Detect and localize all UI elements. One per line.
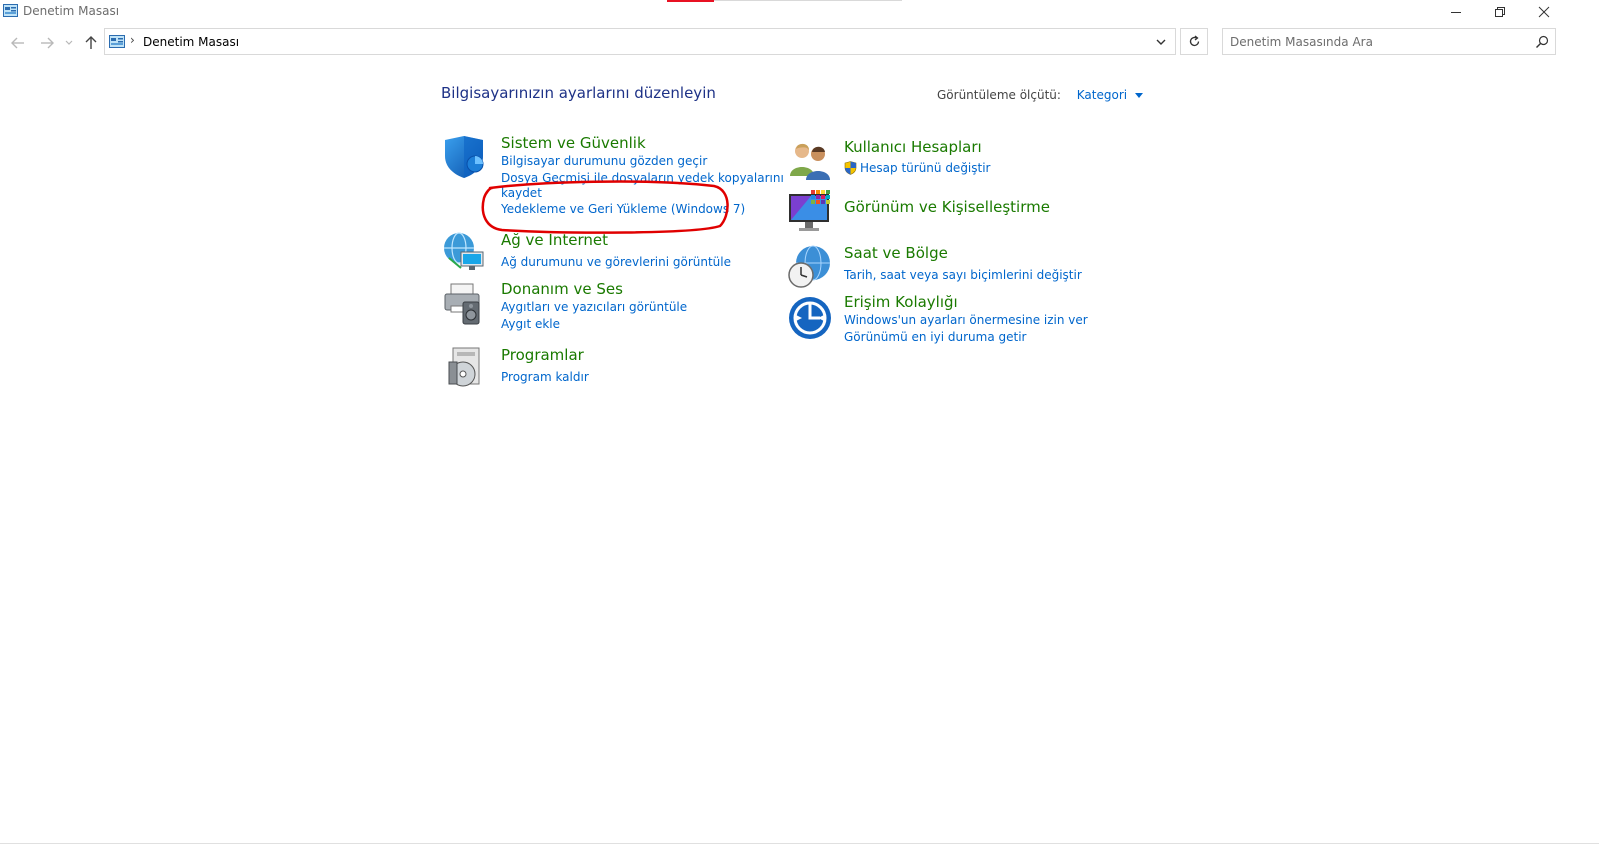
navigation-bar: › Denetim Masası Denetim Masasında Ara — [0, 27, 1599, 59]
breadcrumb-item[interactable]: Denetim Masası — [143, 35, 239, 49]
close-icon — [1538, 6, 1550, 18]
monitor-color-icon[interactable] — [787, 188, 833, 234]
search-icon[interactable] — [1535, 35, 1549, 49]
accessibility-icon[interactable] — [787, 295, 833, 341]
chevron-down-icon — [65, 40, 73, 45]
category-clock-region[interactable]: Saat ve Bölge — [844, 244, 948, 262]
forward-button[interactable] — [38, 34, 56, 52]
uac-shield-icon — [844, 161, 857, 175]
refresh-button[interactable] — [1180, 28, 1208, 55]
caret-down-icon[interactable] — [1134, 93, 1143, 98]
search-input[interactable]: Denetim Masasında Ara — [1230, 35, 1373, 49]
page-title: Bilgisayarınızın ayarlarını düzenleyin — [441, 84, 716, 102]
category-system-security[interactable]: Sistem ve Güvenlik — [501, 134, 646, 152]
annotation-ellipse — [481, 180, 729, 234]
restore-icon — [1495, 7, 1505, 17]
link-network-status[interactable]: Ağ durumunu ve görevlerini görüntüle — [501, 255, 731, 269]
minimize-icon — [1451, 12, 1461, 13]
programs-disc-icon[interactable] — [441, 344, 487, 390]
title-accent-line — [714, 0, 902, 1]
link-change-date-time-formats[interactable]: Tarih, saat veya sayı biçimlerini değişt… — [844, 268, 1082, 282]
control-panel-icon — [109, 35, 125, 48]
view-by-dropdown[interactable]: Kategori — [1077, 88, 1127, 102]
arrow-left-icon — [11, 37, 24, 49]
link-optimize-visual-display[interactable]: Görünümü en iyi duruma getir — [844, 330, 1026, 344]
up-button[interactable] — [82, 34, 100, 52]
title-bar: Denetim Masası — [0, 0, 1599, 24]
category-appearance[interactable]: Görünüm ve Kişiselleştirme — [844, 198, 1050, 216]
title-accent-bar — [667, 0, 714, 2]
category-ease-of-access[interactable]: Erişim Kolaylığı — [844, 293, 958, 311]
back-button[interactable] — [9, 34, 27, 52]
view-by-control: Görüntüleme ölçütü: Kategori — [937, 88, 1143, 102]
restore-button[interactable] — [1478, 0, 1522, 24]
address-bar[interactable]: › Denetim Masası — [104, 28, 1176, 55]
category-hardware-sound[interactable]: Donanım ve Ses — [501, 280, 623, 298]
address-dropdown-button[interactable] — [1147, 29, 1175, 54]
window-title: Denetim Masası — [23, 4, 120, 18]
arrow-right-icon — [41, 37, 54, 49]
control-panel-icon — [3, 4, 18, 17]
refresh-icon — [1189, 35, 1199, 47]
link-view-devices-printers[interactable]: Aygıtları ve yazıcıları görüntüle — [501, 300, 687, 314]
link-uninstall-program[interactable]: Program kaldır — [501, 370, 589, 384]
link-add-device[interactable]: Aygıt ekle — [501, 317, 560, 331]
printer-speaker-icon[interactable] — [441, 280, 487, 326]
arrow-up-icon — [85, 36, 97, 49]
bottom-divider — [0, 843, 1599, 844]
view-by-label: Görüntüleme ölçütü: — [937, 88, 1061, 102]
chevron-down-icon — [1156, 39, 1166, 45]
users-icon[interactable] — [787, 138, 833, 184]
category-programs[interactable]: Programlar — [501, 346, 584, 364]
breadcrumb-separator[interactable]: › — [130, 33, 135, 47]
search-box[interactable]: Denetim Masasında Ara — [1222, 28, 1556, 55]
clock-globe-icon[interactable] — [787, 243, 833, 289]
close-button[interactable] — [1522, 0, 1566, 24]
recent-locations-button[interactable] — [63, 34, 75, 52]
shield-icon[interactable] — [441, 134, 487, 180]
link-review-computer-status[interactable]: Bilgisayar durumunu gözden geçir — [501, 154, 707, 168]
link-change-account-type[interactable]: Hesap türünü değiştir — [860, 161, 991, 175]
link-let-windows-suggest[interactable]: Windows'un ayarları önermesine izin ver — [844, 313, 1088, 327]
network-globe-icon[interactable] — [441, 230, 487, 276]
category-user-accounts[interactable]: Kullanıcı Hesapları — [844, 138, 982, 156]
minimize-button[interactable] — [1434, 0, 1478, 24]
